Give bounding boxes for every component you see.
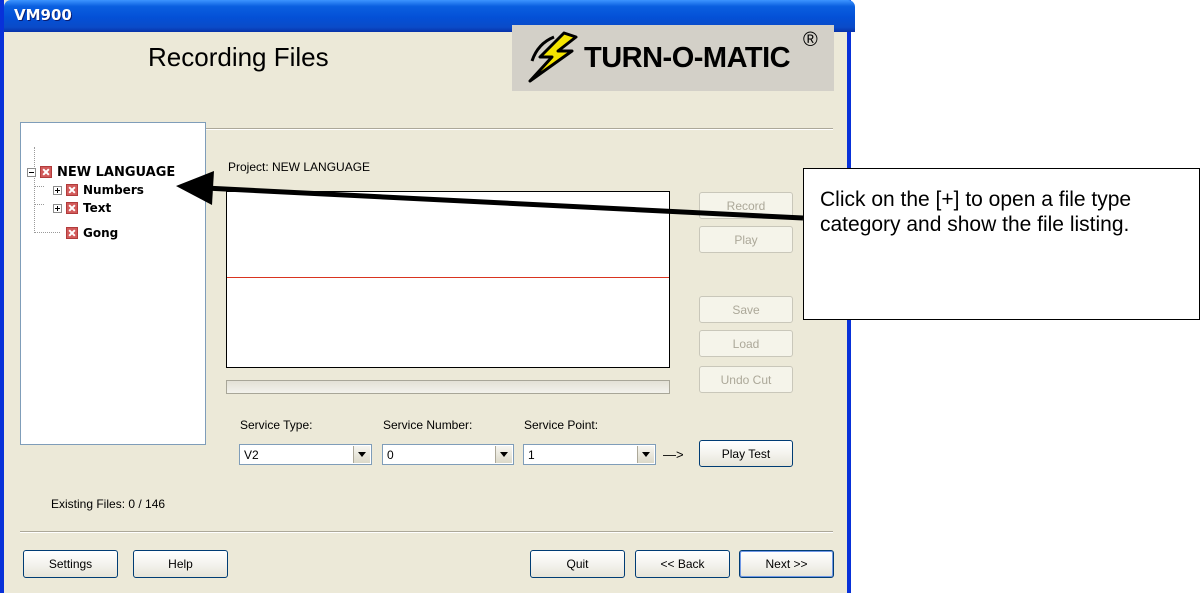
expand-icon[interactable]: [53, 185, 62, 195]
window-title: VM900: [14, 6, 72, 24]
chevron-down-icon[interactable]: [637, 446, 654, 463]
tree-root[interactable]: NEW LANGUAGE: [27, 163, 175, 181]
callout-text: Click on the [+] to open a file type cat…: [820, 188, 1132, 236]
project-label: Project: NEW LANGUAGE: [228, 160, 371, 174]
waveform-baseline: [227, 277, 669, 278]
service-type-value: V2: [244, 448, 259, 462]
error-icon: [40, 166, 52, 178]
registered-mark: ®: [803, 29, 818, 51]
tree-line: [34, 186, 44, 187]
help-button[interactable]: Help: [133, 550, 228, 578]
service-number-value: 0: [387, 448, 394, 462]
quit-button[interactable]: Quit: [530, 550, 625, 578]
play-button[interactable]: Play: [699, 226, 793, 253]
annotation-callout: Click on the [+] to open a file type cat…: [803, 168, 1200, 320]
play-test-button[interactable]: Play Test: [699, 440, 793, 467]
record-button[interactable]: Record: [699, 192, 793, 219]
tree-line: [34, 204, 44, 205]
tree-item-numbers[interactable]: Numbers: [53, 181, 144, 199]
chevron-down-icon[interactable]: [495, 446, 512, 463]
next-button[interactable]: Next >>: [739, 550, 834, 578]
waveform-display[interactable]: [226, 191, 670, 368]
service-point-label: Service Point:: [524, 418, 599, 432]
error-icon: [66, 227, 78, 239]
tree-item-label: Gong: [83, 226, 119, 240]
undo-cut-button[interactable]: Undo Cut: [699, 366, 793, 393]
back-button[interactable]: << Back: [635, 550, 730, 578]
file-tree[interactable]: NEW LANGUAGE Numbers Text Gong: [20, 122, 206, 445]
lightning-bolt-icon: [528, 31, 578, 83]
tree-root-label: NEW LANGUAGE: [57, 164, 176, 180]
service-number-select[interactable]: 0: [382, 444, 514, 465]
save-button[interactable]: Save: [699, 296, 793, 323]
tree-item-gong[interactable]: Gong: [66, 224, 118, 242]
tree-line: [34, 232, 60, 233]
load-button[interactable]: Load: [699, 330, 793, 357]
service-point-select[interactable]: 1: [523, 444, 656, 465]
error-icon: [66, 184, 78, 196]
waveform-scrollbar[interactable]: [226, 380, 670, 394]
arrow-indicator: —>: [663, 447, 684, 462]
existing-files-count: Existing Files: 0 / 146: [51, 497, 166, 511]
logo-text: TURN-O-MATIC: [584, 42, 791, 74]
page-title: Recording Files: [148, 42, 329, 72]
chevron-down-icon[interactable]: [353, 446, 370, 463]
expand-icon[interactable]: [53, 203, 62, 213]
tree-item-text[interactable]: Text: [53, 199, 111, 217]
service-type-label: Service Type:: [240, 418, 313, 432]
bottom-separator: [20, 531, 833, 533]
service-point-value: 1: [528, 448, 535, 462]
error-icon: [66, 202, 78, 214]
service-type-select[interactable]: V2: [239, 444, 372, 465]
collapse-icon[interactable]: [27, 167, 36, 177]
settings-button[interactable]: Settings: [23, 550, 118, 578]
service-number-label: Service Number:: [383, 418, 473, 432]
tree-line: [34, 147, 35, 233]
tree-item-label: Text: [83, 201, 112, 215]
turn-o-matic-logo: TURN-O-MATIC ®: [512, 25, 834, 91]
tree-item-label: Numbers: [83, 183, 144, 197]
